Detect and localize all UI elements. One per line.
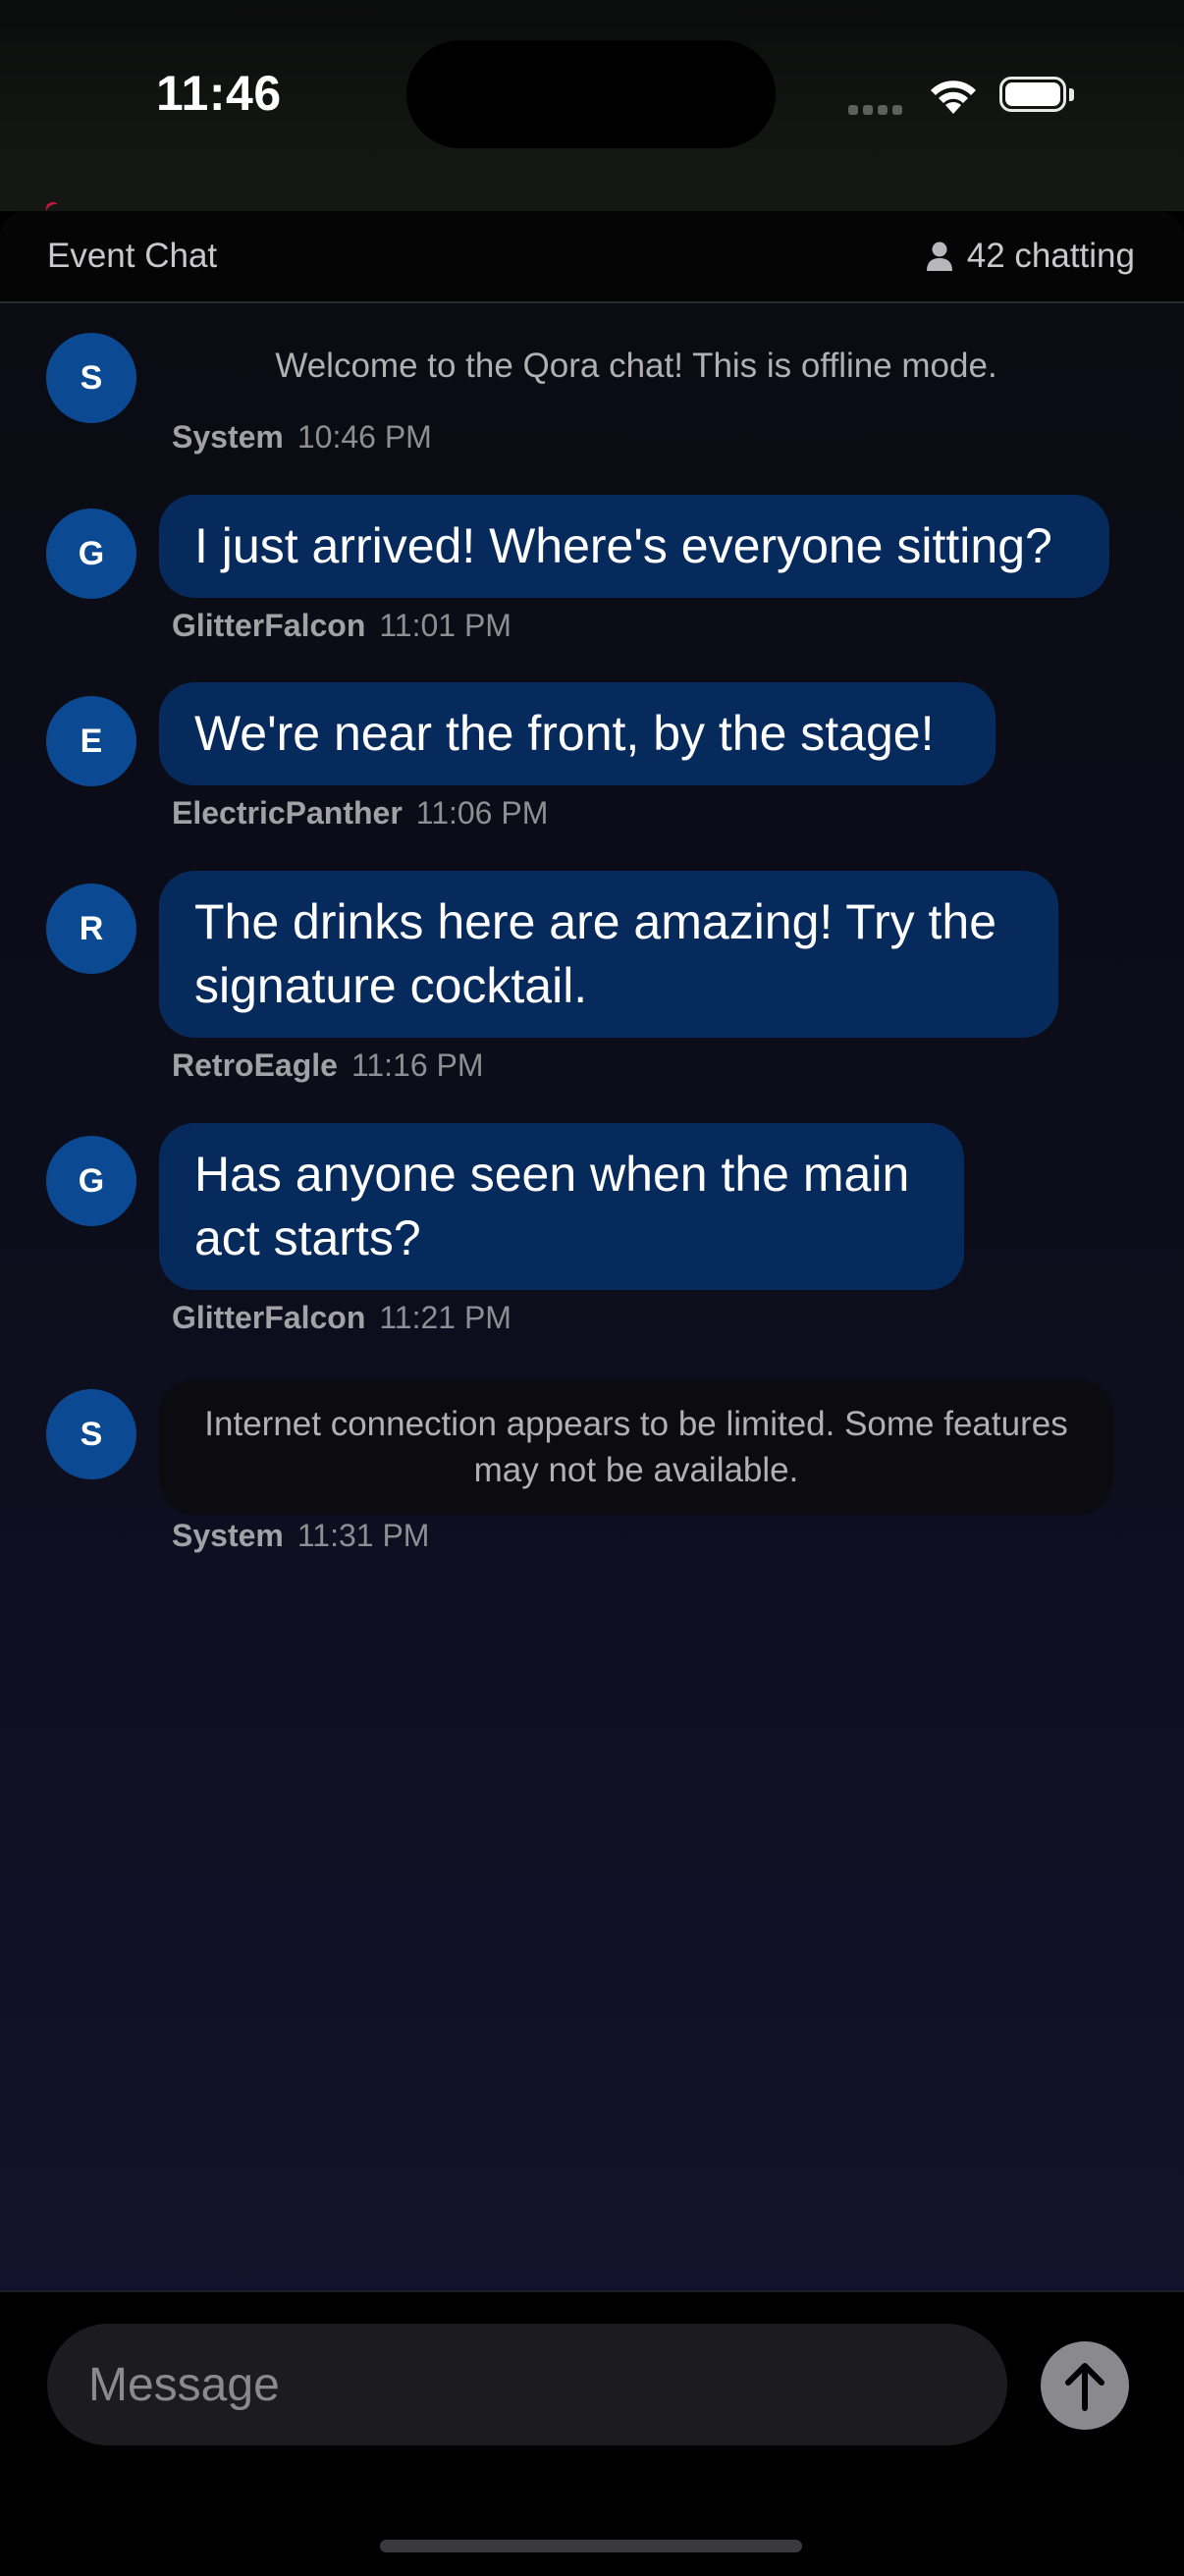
message-bubble[interactable]: We're near the front, by the stage! <box>159 682 996 785</box>
message-meta: GlitterFalcon 11:21 PM <box>172 1300 511 1336</box>
message-username[interactable]: GlitterFalcon <box>172 608 365 643</box>
dynamic-island <box>406 40 776 148</box>
status-time: 11:46 <box>156 66 282 121</box>
status-bar: 11:46 <box>0 0 1184 216</box>
message-bubble[interactable]: The drinks here are amazing! Try the sig… <box>159 871 1058 1038</box>
composer-bar <box>0 2290 1184 2576</box>
wifi-icon <box>931 80 976 114</box>
avatar[interactable]: G <box>46 1136 136 1226</box>
chatting-label: 42 chatting <box>966 237 1135 275</box>
battery-icon <box>999 77 1076 116</box>
avatar[interactable]: R <box>46 884 136 974</box>
chatting-count: 42 chatting <box>926 237 1135 276</box>
chat-header: Event Chat 42 chatting <box>0 211 1184 303</box>
message-time: 11:01 PM <box>379 608 511 643</box>
chat-sheet: Event Chat 42 chatting S Welcome to the … <box>0 211 1184 2574</box>
message-time: 11:16 PM <box>350 1047 484 1083</box>
message-meta: System 11:31 PM <box>172 1518 429 1554</box>
message-time: 11:06 PM <box>415 795 549 831</box>
cellular-signal-icon <box>848 102 909 116</box>
message-username[interactable]: System <box>172 1518 284 1553</box>
home-indicator[interactable] <box>380 2540 802 2552</box>
message-username[interactable]: GlitterFalcon <box>172 1300 365 1335</box>
message-meta: GlitterFalcon 11:01 PM <box>172 608 511 644</box>
arrow-up-icon <box>1065 2363 1104 2411</box>
chat-title: Event Chat <box>47 237 218 275</box>
message-meta: System 10:46 PM <box>172 419 432 456</box>
message-input[interactable] <box>47 2324 1007 2445</box>
message-meta: RetroEagle 11:16 PM <box>172 1047 484 1084</box>
message-time: 11:31 PM <box>296 1518 430 1553</box>
message-username[interactable]: System <box>172 419 284 455</box>
avatar[interactable]: S <box>46 333 136 423</box>
message-meta: ElectricPanther 11:06 PM <box>172 795 548 832</box>
message-username[interactable]: ElectricPanther <box>172 795 403 831</box>
message-username[interactable]: RetroEagle <box>172 1047 338 1083</box>
avatar[interactable]: E <box>46 696 136 786</box>
send-button[interactable] <box>1041 2341 1129 2430</box>
avatar[interactable]: S <box>46 1389 136 1479</box>
system-message-text: Welcome to the Qora chat! This is offlin… <box>275 347 997 385</box>
message-bubble[interactable]: I just arrived! Where's everyone sitting… <box>159 495 1109 598</box>
avatar[interactable]: G <box>46 509 136 599</box>
message-time: 10:46 PM <box>296 419 432 455</box>
person-icon <box>926 242 952 271</box>
system-message-text: Internet connection appears to be limite… <box>159 1379 1113 1515</box>
message-time: 11:21 PM <box>379 1300 511 1335</box>
message-bubble[interactable]: Has anyone seen when the main act starts… <box>159 1123 964 1290</box>
